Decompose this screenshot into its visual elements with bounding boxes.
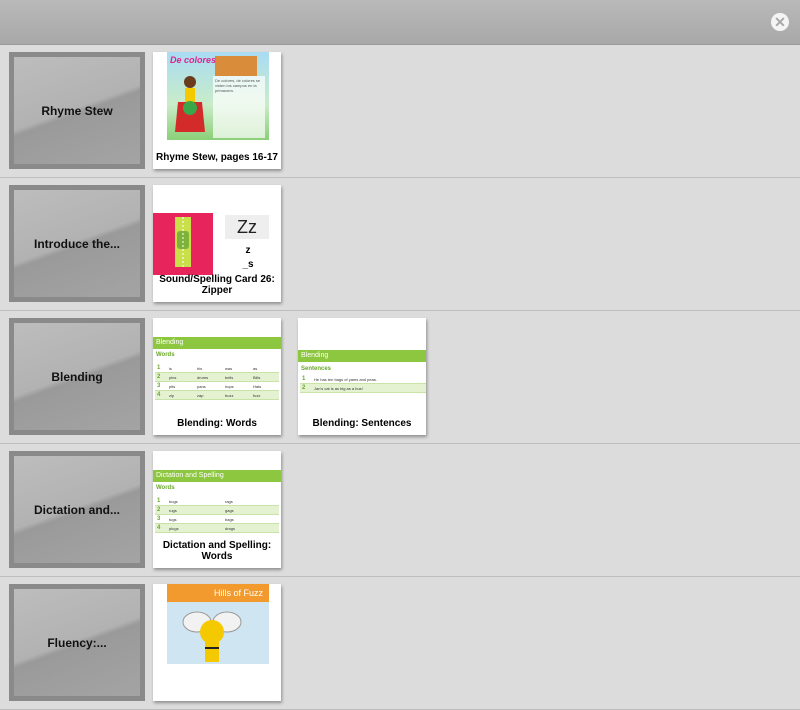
resource-card[interactable]: Blending Sentences 1 He has ten bags of y…: [298, 318, 426, 435]
top-bar: ✕: [0, 0, 800, 45]
lesson-sections-list: Rhyme Stew De colores De colores, de col…: [0, 45, 800, 710]
section-tile-dictation[interactable]: Dictation and...: [9, 451, 145, 568]
word-table: 1 is his was as 2 pins drums bells Bills 3 pits pa…: [155, 364, 279, 400]
letter-text: z: [245, 245, 251, 256]
section-label: Fluency:...: [47, 635, 107, 650]
thumbnail-subheader: Words: [156, 485, 175, 491]
section-label: Blending: [51, 369, 103, 384]
card-caption: Blending: Words: [177, 418, 257, 429]
section-tile-rhyme-stew[interactable]: Rhyme Stew: [9, 52, 145, 169]
sentence-table: 1 He has ten bags of yams and peas. 2 Jan'…: [300, 375, 426, 393]
thumbnail-header: Dictation and Spelling: [153, 470, 281, 482]
resource-card[interactable]: De colores De colores, de colores se vis…: [153, 52, 281, 169]
thumbnail-header: Blending: [153, 337, 281, 349]
section-row: Blending Blending Words 1 is his was as 2 pin…: [0, 311, 800, 444]
girl-illustration: [175, 76, 205, 132]
poem-text-block: De colores, de colores se visten los cam…: [213, 76, 265, 138]
card-caption: Dictation and Spelling: Words: [162, 540, 272, 562]
section-tile-fluency[interactable]: Fluency:...: [9, 584, 145, 701]
resource-card[interactable]: Blending Words 1 is his was as 2 pins drums bel…: [153, 318, 281, 435]
thumbnail-subheader: Sentences: [301, 366, 332, 372]
card-caption: Blending: Sentences: [312, 418, 412, 429]
section-tile-blending[interactable]: Blending: [9, 318, 145, 435]
section-tile-introduce[interactable]: Introduce the...: [9, 185, 145, 302]
section-row: Dictation and... Dictation and Spelling …: [0, 444, 800, 577]
letter-card: Zz: [225, 215, 269, 239]
thumbnail-title: De colores: [170, 55, 217, 65]
section-label: Rhyme Stew: [41, 103, 113, 118]
section-row: Introduce the... Zz z _s Sound/Spelling …: [0, 178, 800, 311]
section-label: Introduce the...: [33, 236, 120, 251]
section-label: Dictation and...: [33, 502, 120, 517]
card-caption: Sound/Spelling Card 26: Zipper: [159, 274, 275, 296]
thumbnail-header: Blending: [298, 350, 426, 362]
section-row: Rhyme Stew De colores De colores, de col…: [0, 45, 800, 178]
book-page-thumbnail: De colores De colores, de colores se vis…: [167, 52, 269, 140]
resource-card[interactable]: Zz z _s Sound/Spelling Card 26: Zipper: [153, 185, 281, 302]
card-caption: Rhyme Stew, pages 16-17: [156, 152, 278, 163]
house-illustration: [215, 56, 257, 76]
resource-card[interactable]: Hills of Fuzz: [153, 584, 281, 701]
resource-card[interactable]: Dictation and Spelling Words 1 bugs rags 2…: [153, 451, 281, 568]
word-table: 1 bugs rags 2 rugs gags 3 tugs bags 4 plugs drag…: [155, 497, 279, 533]
book-cover-thumbnail: Hills of Fuzz: [167, 584, 269, 664]
close-icon[interactable]: ✕: [771, 13, 789, 31]
thumbnail-title: Hills of Fuzz: [167, 584, 269, 602]
spelling-text: _s: [242, 259, 254, 270]
zipper-icon: [175, 217, 191, 267]
thumbnail-subheader: Words: [156, 352, 175, 358]
section-row: Fluency:... Hills of Fuzz: [0, 577, 800, 710]
bee-illustration: [182, 611, 242, 662]
zipper-card-thumbnail: [153, 213, 213, 275]
